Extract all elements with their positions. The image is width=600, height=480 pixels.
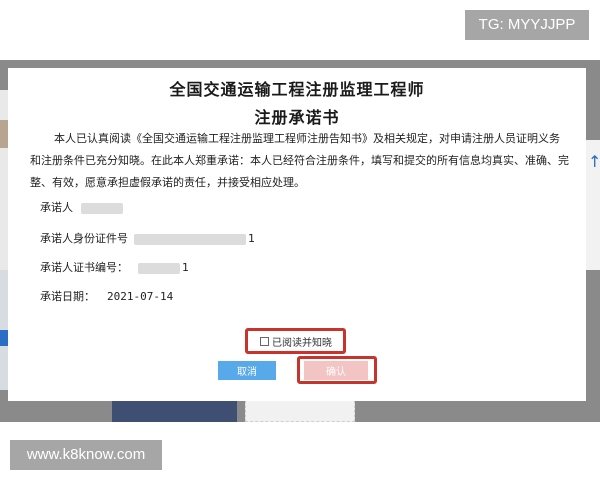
id-number-label: 承诺人身份证件号 bbox=[40, 232, 128, 245]
agree-checkbox-label: 已阅读并知晓 bbox=[272, 338, 332, 349]
dialog-subtitle: 注册承诺书 bbox=[254, 108, 340, 127]
redacted-name bbox=[81, 202, 123, 214]
certificate-suffix: 1 bbox=[182, 261, 189, 274]
watermark-tg: TG: MYYJJPP bbox=[465, 10, 589, 40]
agree-checkbox[interactable] bbox=[260, 337, 269, 346]
arrow-up-icon: ↑ bbox=[588, 152, 600, 171]
date-label: 承诺日期： bbox=[40, 290, 95, 303]
confirm-button[interactable]: 确认 bbox=[304, 361, 368, 380]
pledge-text: 本人已认真阅读《全国交通运输工程注册监理工程师注册告知书》及相关规定，对申请注册… bbox=[30, 132, 569, 189]
redacted-certificate-number bbox=[138, 262, 180, 274]
watermark-site: www.k8know.com bbox=[10, 440, 162, 470]
cancel-button[interactable]: 取消 bbox=[218, 361, 276, 380]
agree-checkbox-row[interactable]: 已阅读并知晓 bbox=[260, 334, 332, 349]
certificate-label: 承诺人证书编号： bbox=[40, 261, 128, 274]
dialog-title: 全国交通运输工程注册监理工程师 bbox=[169, 80, 425, 99]
registration-pledge-dialog: 全国交通运输工程注册监理工程师 注册承诺书 本人已认真阅读《全国交通运输工程注册… bbox=[8, 68, 586, 401]
date-row: 承诺日期： 2021-07-14 bbox=[40, 288, 173, 304]
date-value: 2021-07-14 bbox=[107, 290, 174, 303]
certificate-row: 承诺人证书编号： 1 bbox=[40, 259, 189, 275]
promiser-row: 承诺人 bbox=[40, 199, 123, 215]
id-number-row: 承诺人身份证件号 1 bbox=[40, 230, 255, 246]
promiser-label: 承诺人 bbox=[40, 201, 73, 214]
redacted-id-number bbox=[134, 233, 246, 245]
id-number-suffix: 1 bbox=[248, 232, 255, 245]
